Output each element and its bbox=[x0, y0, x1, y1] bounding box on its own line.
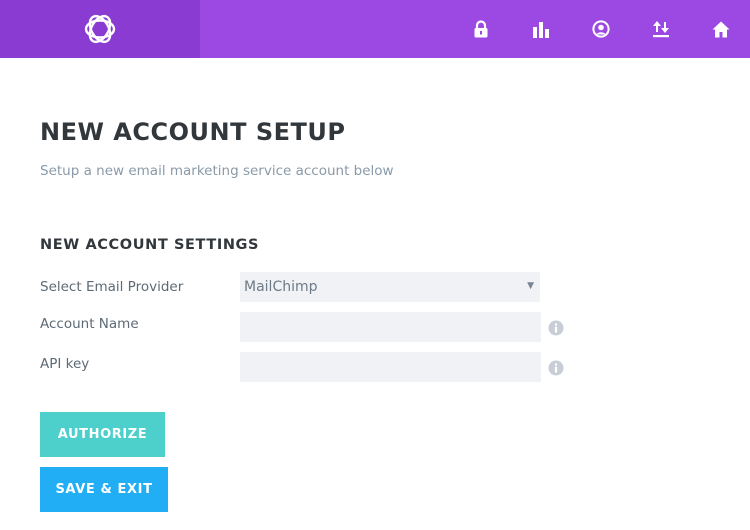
header-nav bbox=[431, 0, 750, 58]
section-title: NEW ACCOUNT SETTINGS bbox=[40, 237, 260, 253]
provider-label: Select Email Provider bbox=[40, 279, 184, 295]
account-name-input[interactable] bbox=[240, 312, 541, 342]
api-key-label: API key bbox=[40, 356, 90, 372]
email-provider-select[interactable]: MailChimp ▼ bbox=[240, 272, 540, 302]
account-name-label: Account Name bbox=[40, 316, 139, 332]
select-value: MailChimp bbox=[244, 279, 318, 295]
user-circle-icon[interactable] bbox=[591, 19, 611, 39]
brand-area[interactable] bbox=[0, 0, 200, 58]
bloom-logo-icon bbox=[84, 14, 116, 44]
authorize-button[interactable]: AUTHORIZE bbox=[40, 412, 165, 457]
info-icon[interactable] bbox=[548, 320, 564, 336]
chevron-down-icon: ▼ bbox=[527, 281, 534, 291]
save-and-exit-button[interactable]: SAVE & EXIT bbox=[40, 467, 168, 512]
import-export-icon[interactable] bbox=[651, 19, 671, 39]
info-icon[interactable] bbox=[548, 360, 564, 376]
page-title: NEW ACCOUNT SETUP bbox=[40, 118, 346, 146]
api-key-input[interactable] bbox=[240, 352, 541, 382]
lock-icon[interactable] bbox=[471, 19, 491, 39]
home-icon[interactable] bbox=[711, 19, 731, 39]
top-bar bbox=[0, 0, 750, 58]
bar-chart-icon[interactable] bbox=[531, 19, 551, 39]
page-subtitle: Setup a new email marketing service acco… bbox=[40, 163, 394, 179]
